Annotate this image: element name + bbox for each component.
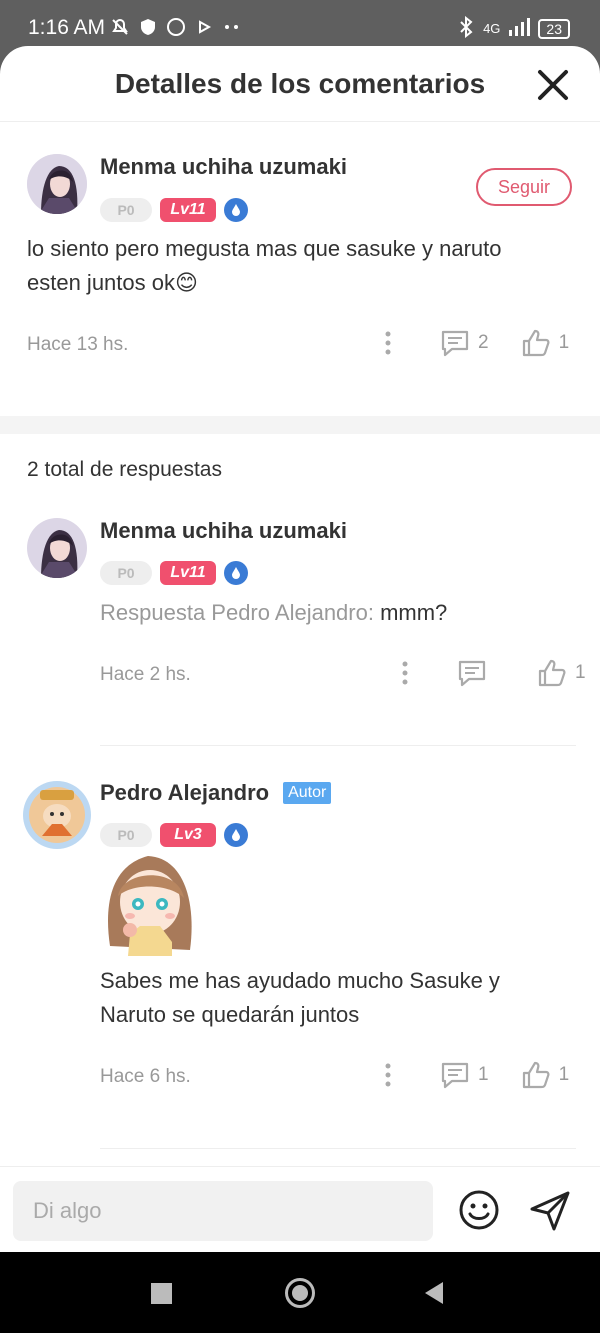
system-nav-bar [0,1252,600,1333]
p-badge: P0 [100,823,152,847]
reply-text: Respuesta Pedro Alejandro: mmm? [100,596,570,630]
p-badge: P0 [100,561,152,585]
comment-input-bar [0,1166,600,1252]
emoji-button[interactable] [458,1189,500,1231]
reply-time: Hace 2 hs. [100,664,191,685]
divider [100,745,576,746]
like-button[interactable]: 1 [521,328,570,358]
section-divider [0,416,600,434]
comment-details-sheet: Detalles de los comentarios Menma uchiha… [0,46,600,1252]
like-button[interactable]: 1 [537,658,586,688]
avatar[interactable] [22,780,92,850]
like-button[interactable]: 1 [521,1060,570,1090]
send-button[interactable] [528,1189,572,1233]
signal-icon [508,18,531,39]
more-options-icon[interactable] [380,329,396,357]
p-badge: P0 [100,198,152,222]
close-icon [538,70,568,100]
drop-icon [224,823,248,847]
home-button[interactable] [285,1278,315,1308]
comment-time: Hace 13 hs. [27,334,129,355]
reply-count: 1 [478,1064,489,1085]
reply-button[interactable] [457,659,487,687]
more-options-icon[interactable] [397,659,413,687]
badges: P0 Lv11 [100,561,248,585]
sticker-image [100,846,200,956]
reply-author[interactable]: Menma uchiha uzumaki [100,518,347,544]
level-badge: Lv3 [160,823,216,847]
reply-button[interactable]: 2 [440,329,489,357]
comment-icon [441,330,469,357]
reply-body: mmm? [373,600,448,625]
avatar[interactable] [27,154,87,214]
comment-text: lo siento pero megusta mas que sasuke y … [27,236,502,295]
level-badge: Lv11 [160,198,216,222]
replies-total: 2 total de respuestas [27,458,222,481]
drop-icon [224,561,248,585]
battery-level: 23 [538,18,570,39]
thumbs-up-icon [538,659,566,687]
status-time: 1:16 AM [28,16,106,39]
drop-icon [224,198,248,222]
more-options-icon[interactable] [380,1061,396,1089]
smiley-icon [459,1190,499,1230]
whatsapp-icon [166,17,186,37]
reply-text: Sabes me has ayudado mucho Sasuke y Naru… [100,968,500,1027]
reply-count: 2 [478,332,489,353]
close-button[interactable] [536,68,570,102]
header: Detalles de los comentarios [0,46,600,122]
badges: P0 Lv11 [100,198,248,222]
comment-icon [441,1062,469,1089]
thumbs-up-icon [522,329,550,357]
comment-author[interactable]: Menma uchiha uzumaki [100,154,347,180]
like-count: 1 [575,662,586,683]
reply-prefix: Respuesta Pedro Alejandro: [100,600,374,625]
follow-button[interactable]: Seguir [476,168,572,206]
comment-icon [458,660,486,687]
author-tag: Autor [283,782,332,804]
thumbs-up-icon [522,1061,550,1089]
bluetooth-icon [457,15,475,41]
reply-author[interactable]: Pedro Alejandro Autor [100,780,332,806]
back-button[interactable] [425,1282,443,1304]
send-icon [530,1191,570,1231]
play-icon [194,17,214,37]
shield-icon [138,17,158,37]
comment-input[interactable] [13,1181,433,1241]
page-title: Detalles de los comentarios [114,68,486,99]
divider [100,1148,576,1149]
more-notifications-icon [222,17,242,37]
like-count: 1 [558,1064,570,1085]
like-count: 1 [558,332,570,353]
avatar[interactable] [27,518,87,578]
level-badge: Lv11 [160,561,216,585]
reply-button[interactable]: 1 [440,1061,489,1089]
recents-button[interactable] [151,1283,172,1304]
badges: P0 Lv3 [100,823,248,847]
reply-time: Hace 6 hs. [100,1066,191,1087]
network-type: 4G [483,21,501,36]
mute-icon [110,17,130,37]
